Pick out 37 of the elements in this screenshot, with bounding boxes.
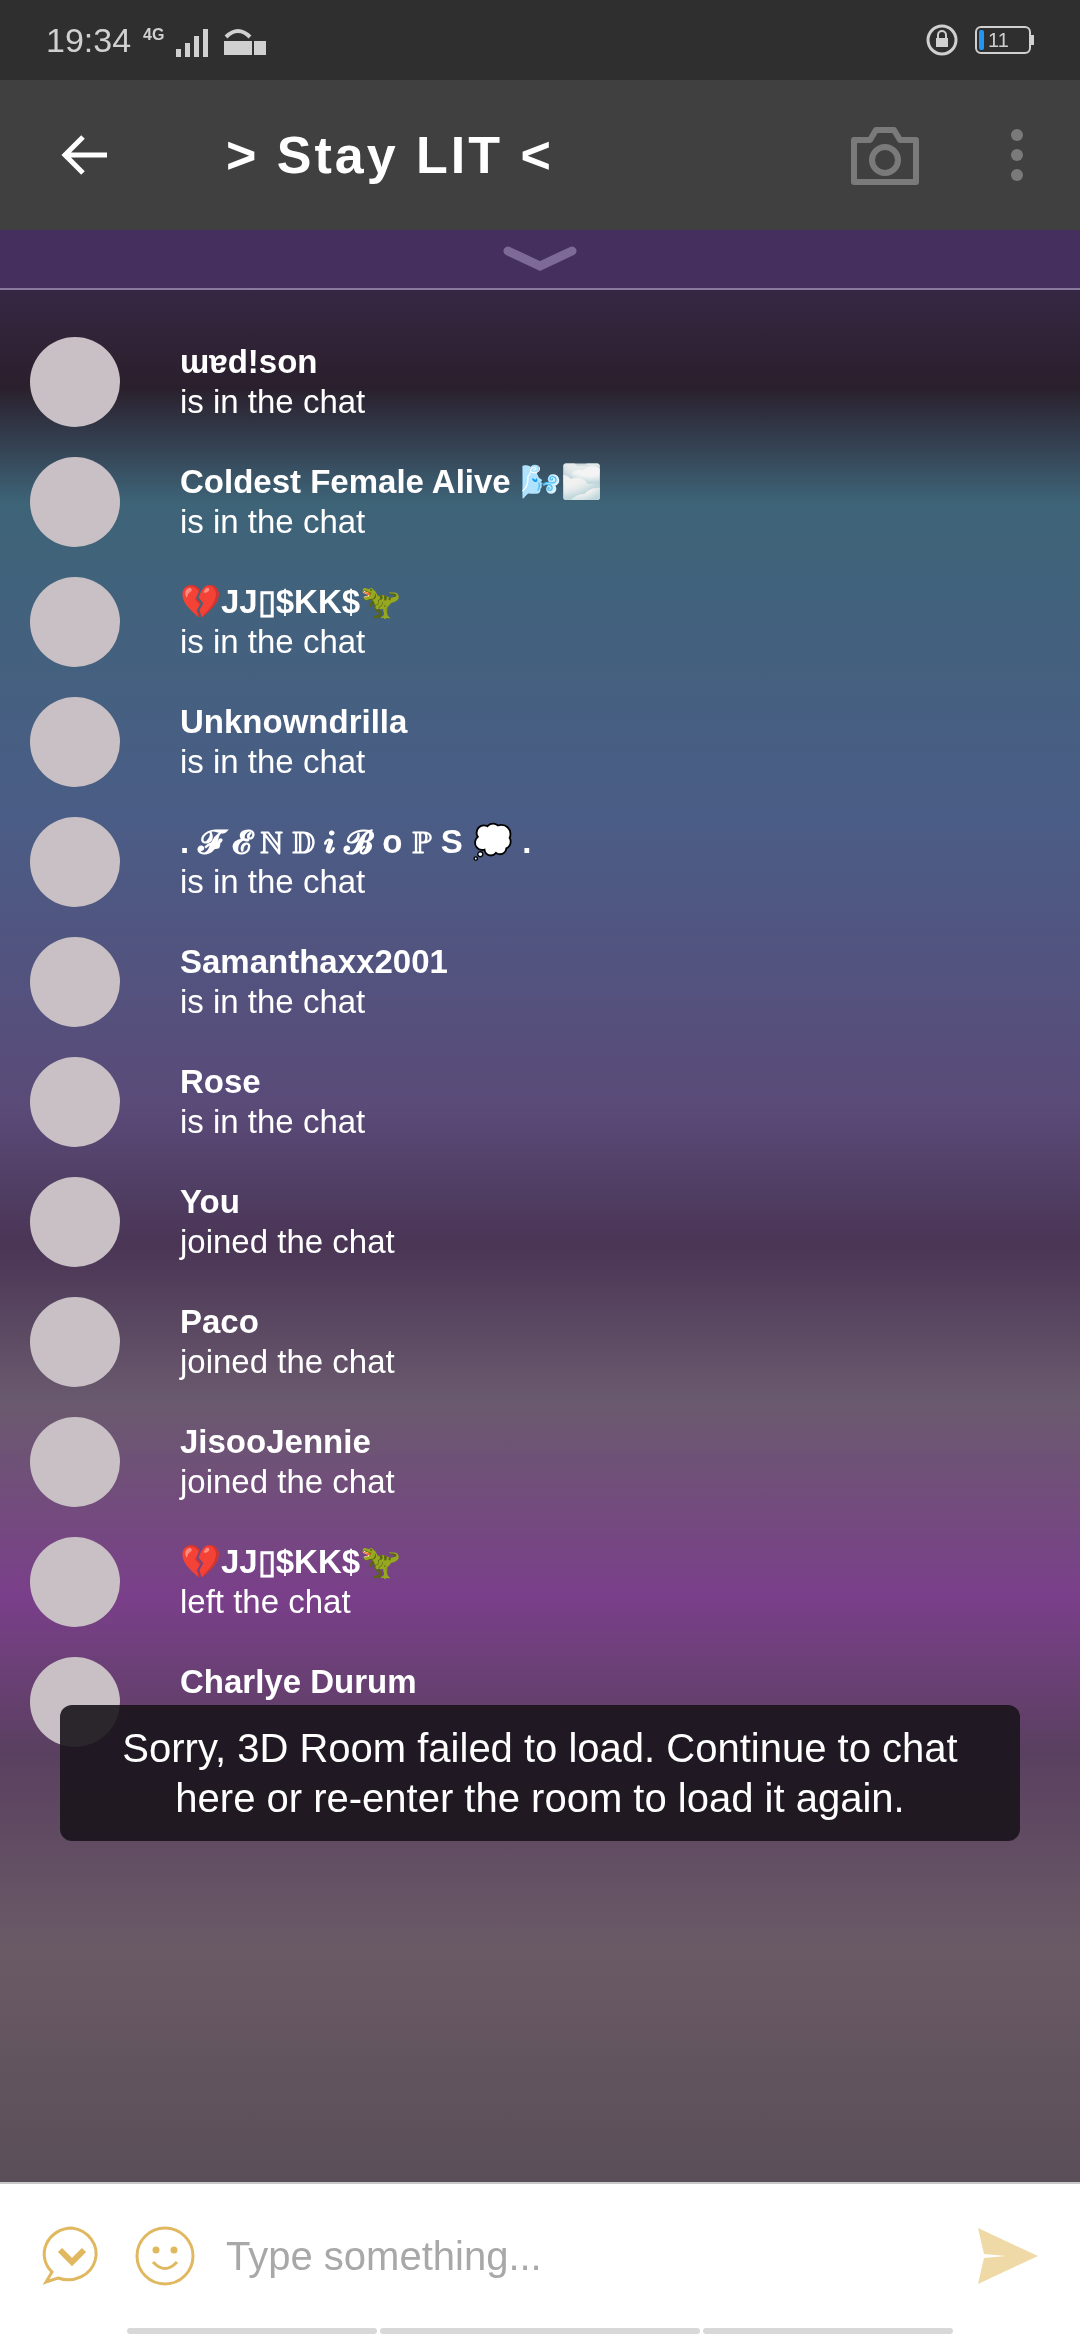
member-name: You [180, 1182, 241, 1222]
toast-message: Sorry, 3D Room failed to load. Continue to chat here or re-enter the room to load it again. [121, 1725, 959, 1822]
network-type: 4G [143, 27, 165, 43]
member-status: is in the chat [180, 1102, 366, 1142]
signal-icon [176, 29, 211, 57]
member-name: Charlye Durum [180, 1662, 417, 1702]
member-status: is in the chat [180, 982, 367, 1022]
battery-level: 11 [988, 30, 1009, 50]
member-status: is in the chat [180, 862, 367, 902]
member-status: is in the chat [180, 742, 367, 782]
rotation-lock-icon [925, 23, 959, 57]
clock-time: 19:34 [46, 23, 132, 57]
member-status: left the chat [180, 1582, 352, 1622]
chat-title: > Stay LIT < [226, 125, 554, 186]
battery-fill [979, 30, 984, 50]
member-status: is in the chat [180, 502, 367, 542]
emoji-icon[interactable] [134, 2225, 196, 2287]
collapse-chevron-button[interactable] [503, 246, 577, 272]
member-status: joined the chat [180, 1222, 395, 1262]
member-name: . 𝓕 𝓔 ℕ 𝔻 𝒊 𝓑 ᴏ ℙ S 💭 . [180, 822, 532, 862]
member-name: 💔JJ▯$KK$🦖 [180, 582, 402, 622]
member-name: JisooJennie [180, 1422, 372, 1462]
more-options-button[interactable] [1010, 128, 1024, 182]
member-status: joined the chat [180, 1462, 395, 1502]
member-status: joined the chat [180, 1342, 395, 1382]
send-button[interactable] [976, 2226, 1040, 2286]
member-name: Paco [180, 1302, 260, 1342]
member-name: Unknowndrilla [180, 702, 408, 742]
member-name: 💔JJ▯$KK$🦖 [180, 1542, 402, 1582]
member-name: Coldest Female Alive 🌬🌫 [180, 462, 602, 502]
message-input[interactable]: Type something... [226, 2226, 946, 2286]
camera-button[interactable] [850, 124, 920, 186]
member-name: ɯɐd!son [180, 342, 319, 382]
member-status: is in the chat [180, 622, 367, 662]
member-status: is in the chat [180, 382, 366, 422]
member-name: Rose [180, 1062, 262, 1102]
member-name: Samanthaxx2001 [180, 942, 448, 982]
